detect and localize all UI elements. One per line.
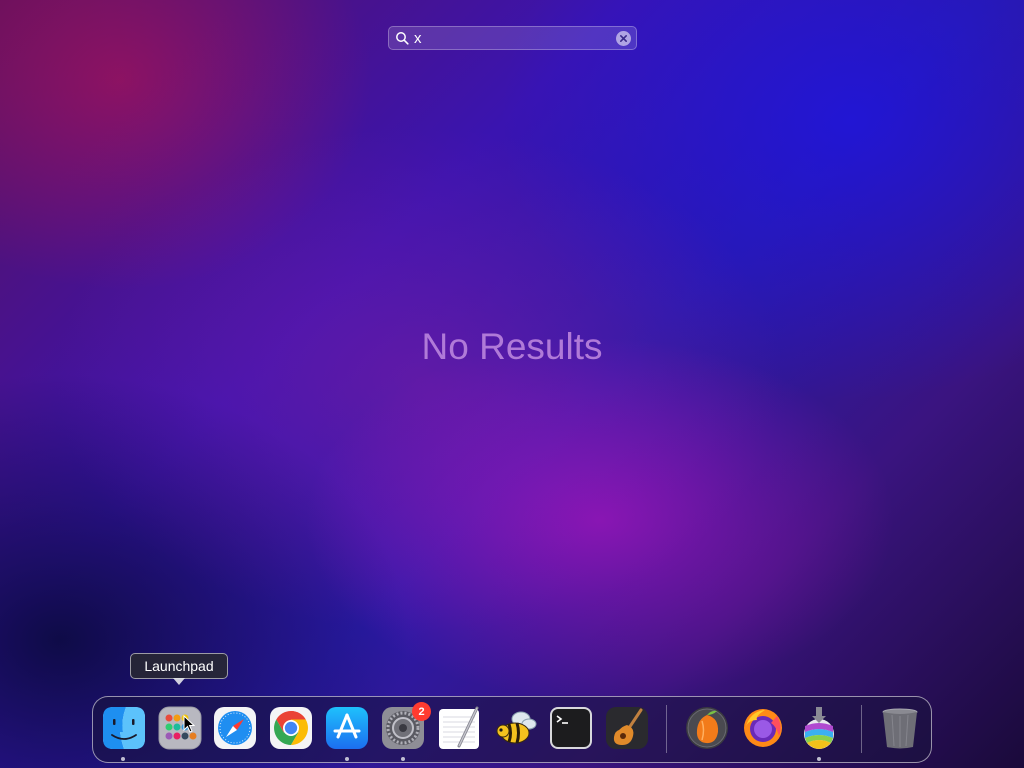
launchpad-search-field[interactable] — [388, 26, 637, 50]
dock-item-chrome[interactable] — [269, 706, 313, 750]
installer-icon — [804, 707, 834, 749]
dock-item-safari[interactable] — [213, 706, 257, 750]
dock-separator — [861, 705, 862, 753]
clear-search-button[interactable] — [616, 31, 631, 46]
dock-item-finder[interactable] — [102, 706, 146, 750]
dock-tooltip: Launchpad — [130, 653, 228, 679]
dock-item-textedit[interactable] — [437, 706, 481, 750]
running-indicator — [121, 757, 125, 761]
finder-icon — [103, 707, 145, 749]
dock-item-installer[interactable] — [797, 706, 841, 750]
running-indicator — [401, 757, 405, 761]
garageband-icon — [606, 707, 648, 749]
firefox-icon — [744, 709, 782, 747]
dock-item-app-store[interactable] — [325, 706, 369, 750]
trash-icon — [882, 708, 918, 749]
safari-icon — [214, 707, 256, 749]
search-input[interactable] — [414, 29, 609, 48]
clear-icon — [620, 35, 627, 42]
notification-badge: 2 — [412, 702, 431, 721]
dock-item-terminal[interactable] — [549, 706, 593, 750]
dock-separator — [666, 705, 667, 753]
dock-item-fl-studio[interactable] — [685, 706, 729, 750]
dock-item-bee[interactable] — [493, 706, 537, 750]
textedit-icon — [439, 706, 479, 749]
launchpad-icon — [158, 706, 202, 750]
fl-studio-icon — [686, 707, 728, 749]
no-results-message: No Results — [421, 326, 603, 367]
dock-item-firefox[interactable] — [741, 706, 785, 750]
dock-item-garageband[interactable] — [605, 706, 649, 750]
dock-item-trash[interactable] — [878, 706, 922, 750]
mouse-pointer-icon — [183, 715, 195, 733]
running-indicator — [345, 757, 349, 761]
dock-item-launchpad[interactable] — [158, 706, 202, 750]
running-indicator — [817, 757, 821, 761]
chrome-icon — [270, 707, 312, 749]
tooltip-arrow — [173, 678, 185, 685]
bee-icon — [496, 711, 537, 744]
search-icon — [396, 32, 409, 45]
app-store-icon — [326, 707, 368, 749]
terminal-icon — [550, 707, 592, 749]
